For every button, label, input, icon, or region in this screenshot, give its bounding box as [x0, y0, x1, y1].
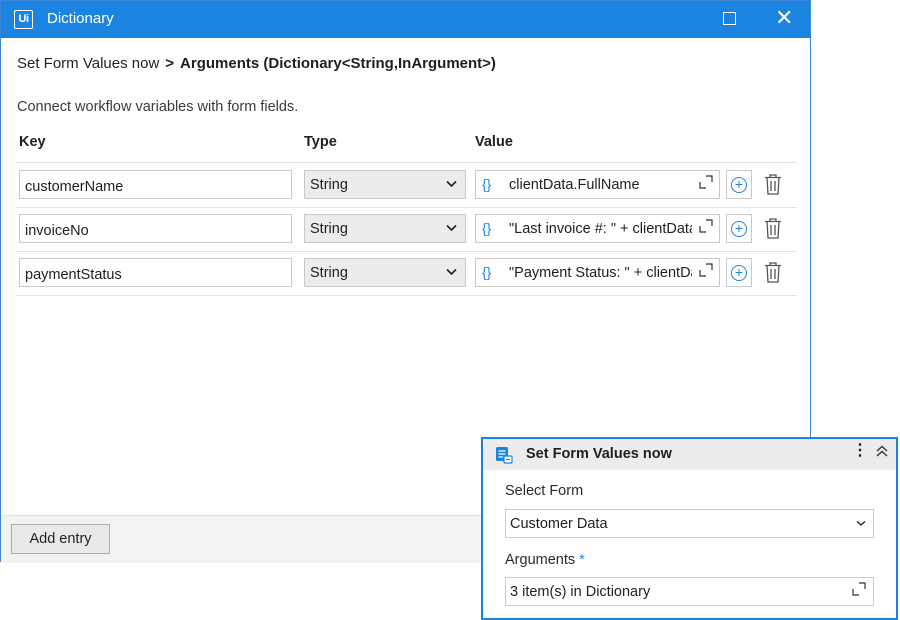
activity-header: Set Form Values now ⋮ [483, 439, 896, 470]
window-title: Dictionary [47, 10, 114, 27]
required-marker: * [579, 552, 585, 568]
arguments-value: 3 item(s) in Dictionary [510, 584, 651, 600]
add-variable-button[interactable]: + [726, 170, 752, 199]
value-input[interactable]: {} "Last invoice #: " + clientData [475, 214, 720, 243]
maximize-icon[interactable] [723, 12, 736, 25]
select-form-dropdown[interactable]: Customer Data [505, 509, 874, 538]
type-select[interactable]: String [304, 214, 466, 243]
select-form-value: Customer Data [510, 516, 608, 532]
plus-circle-icon: + [731, 177, 747, 193]
value-input[interactable]: {} clientData.FullName [475, 170, 720, 199]
value-expression: clientData.FullName [509, 177, 640, 193]
table-row: paymentStatus String {} "Payment Status:… [16, 251, 797, 296]
type-select[interactable]: String [304, 170, 466, 199]
key-input[interactable]: customerName [19, 170, 292, 199]
breadcrumb-separator: > [165, 55, 175, 72]
chevron-down-icon [856, 516, 866, 530]
type-select[interactable]: String [304, 258, 466, 287]
breadcrumb-parent[interactable]: Set Form Values now [17, 55, 159, 72]
add-variable-button[interactable]: + [726, 214, 752, 243]
column-header-type: Type [304, 134, 337, 150]
key-input[interactable]: invoiceNo [19, 214, 292, 243]
arguments-label-text: Arguments [505, 552, 576, 568]
type-select-value: String [310, 177, 348, 193]
expand-icon[interactable] [699, 175, 713, 192]
trash-icon[interactable] [764, 262, 782, 288]
expression-brace-icon: {} [482, 264, 492, 280]
table-row: invoiceNo String {} "Last invoice #: " +… [16, 207, 797, 252]
column-header-key: Key [19, 134, 46, 150]
plus-circle-icon: + [731, 221, 747, 237]
add-entry-button[interactable]: Add entry [11, 524, 110, 554]
chevron-down-icon [446, 264, 457, 279]
value-expression: "Last invoice #: " + clientData [509, 221, 692, 237]
form-activity-icon [495, 446, 513, 469]
activity-title: Set Form Values now [526, 446, 672, 462]
trash-icon[interactable] [764, 218, 782, 244]
more-options-icon[interactable]: ⋮ [852, 443, 868, 459]
chevron-down-icon [446, 176, 457, 191]
arguments-field[interactable]: 3 item(s) in Dictionary [505, 577, 874, 606]
breadcrumb-current: Arguments (Dictionary<String,InArgument>… [180, 55, 496, 72]
uipath-logo-icon: Ui [14, 10, 33, 29]
value-expression: "Payment Status: " + clientData [509, 265, 692, 281]
title-bar: Ui Dictionary ✕ [1, 1, 810, 38]
close-icon[interactable]: ✕ [775, 7, 793, 29]
key-input[interactable]: paymentStatus [19, 258, 292, 287]
dialog-description: Connect workflow variables with form fie… [17, 99, 299, 115]
collapse-icon[interactable] [876, 445, 888, 459]
chevron-down-icon [446, 220, 457, 235]
select-form-label: Select Form [505, 483, 584, 499]
expression-brace-icon: {} [482, 176, 492, 192]
expand-icon[interactable] [699, 219, 713, 236]
breadcrumb: Set Form Values now > Arguments (Dictionar… [17, 55, 496, 72]
expression-brace-icon: {} [482, 220, 492, 236]
set-form-values-activity[interactable]: Set Form Values now ⋮ Select Form Custom… [481, 437, 898, 620]
trash-icon[interactable] [764, 174, 782, 200]
value-input[interactable]: {} "Payment Status: " + clientData [475, 258, 720, 287]
expand-icon[interactable] [852, 582, 866, 599]
type-select-value: String [310, 221, 348, 237]
type-select-value: String [310, 265, 348, 281]
table-row: customerName String {} clientData.FullNa… [16, 163, 797, 208]
column-header-value: Value [475, 134, 513, 150]
add-variable-button[interactable]: + [726, 258, 752, 287]
expand-icon[interactable] [699, 263, 713, 280]
plus-circle-icon: + [731, 265, 747, 281]
arguments-label: Arguments * [505, 552, 585, 568]
